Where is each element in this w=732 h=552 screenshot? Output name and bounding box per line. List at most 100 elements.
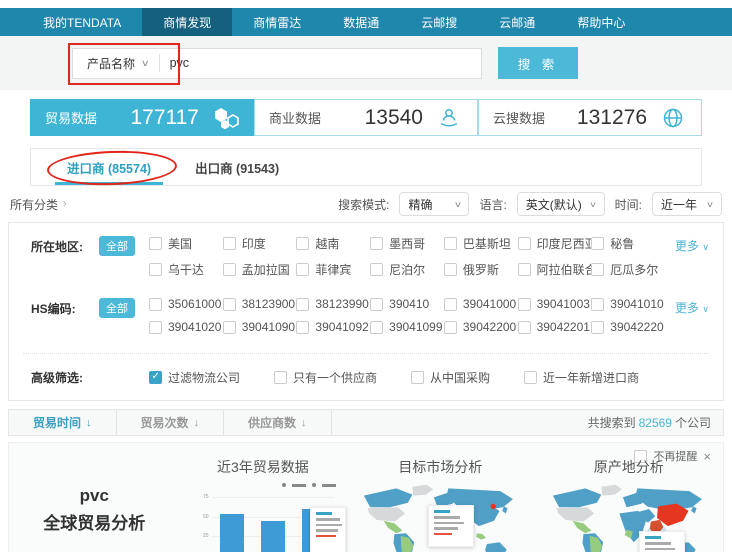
filter-option[interactable]: 39041000 [444, 297, 518, 311]
checkbox-icon[interactable] [296, 237, 309, 250]
filter-option[interactable]: 39041010 [591, 297, 665, 311]
tab-exporters[interactable]: 出口商 (91543) [173, 149, 301, 185]
advanced-filter-option[interactable]: 近一年新增进口商 [524, 368, 639, 386]
stat-segment[interactable]: 云搜数据131276 [478, 99, 702, 136]
filter-option[interactable]: 美国 [149, 235, 223, 252]
bar-2019[interactable] [220, 514, 244, 552]
filter-option[interactable]: 38123990 [296, 297, 370, 311]
filter-option[interactable]: 39042201 [518, 320, 592, 334]
checkbox-icon[interactable] [444, 321, 457, 334]
nav-item-link[interactable]: 帮助中心 [556, 8, 646, 36]
all-categories-link[interactable]: 所有分类 › [10, 196, 67, 213]
filter-option[interactable]: 39041099 [370, 320, 444, 334]
hscode-all-button[interactable]: 全部 [99, 298, 135, 318]
nav-item-link[interactable]: 商情雷达 [232, 8, 322, 36]
checkbox-icon[interactable] [223, 263, 236, 276]
filter-option[interactable]: 乌干达 [149, 261, 223, 278]
checkbox-icon[interactable] [591, 263, 604, 276]
filter-option[interactable]: 390410 [370, 297, 444, 311]
filter-option[interactable]: 秘鲁 [591, 235, 665, 252]
filter-option[interactable]: 39042220 [591, 320, 665, 334]
filter-option[interactable]: 厄瓜多尔 [591, 261, 665, 278]
filter-option[interactable]: 尼泊尔 [370, 261, 444, 278]
checkbox-icon[interactable] [223, 298, 236, 311]
filter-option[interactable]: 阿拉伯联合... [518, 261, 592, 278]
checkbox-icon[interactable] [444, 298, 457, 311]
filter-option[interactable]: 墨西哥 [370, 235, 444, 252]
search-input[interactable]: pvc [160, 56, 481, 70]
region-more-link[interactable]: 更多 ∨ [665, 235, 709, 287]
time-select[interactable]: 近一年 ∨ [652, 192, 722, 216]
sort-item[interactable]: 贸易次数↓ [117, 410, 225, 435]
filter-option[interactable]: 孟加拉国 [223, 261, 297, 278]
checkbox-icon[interactable] [411, 371, 424, 384]
search-bar: 产品名称 ∨ pvc [72, 48, 482, 79]
trade-bar-chart[interactable]: 7550250201920202021 [194, 485, 343, 552]
checkbox-icon[interactable] [296, 321, 309, 334]
checkbox-icon[interactable] [591, 321, 604, 334]
advanced-filter-option[interactable]: 从中国采购 [411, 368, 490, 386]
nav-item-link[interactable]: 云邮搜 [400, 8, 478, 36]
search-button[interactable]: 搜 索 [498, 47, 578, 79]
bar-2020[interactable] [261, 521, 285, 552]
filter-option[interactable]: 越南 [296, 235, 370, 252]
filter-option[interactable]: 38123900 [223, 297, 297, 311]
checkbox-icon[interactable] [296, 263, 309, 276]
filter-option[interactable]: 39041092 [296, 320, 370, 334]
filter-option[interactable]: 巴基斯坦 [444, 235, 518, 252]
origin-map[interactable] [535, 483, 723, 552]
tab-importers[interactable]: 进口商 (85574) [45, 149, 173, 185]
sort-item[interactable]: 供应商数↓ [224, 410, 332, 435]
checkbox-icon[interactable] [370, 237, 383, 250]
checkbox-icon[interactable] [149, 371, 162, 384]
filter-option[interactable]: 39041090 [223, 320, 297, 334]
chart-legend [282, 483, 336, 487]
stat-segment[interactable]: 商业数据13540 [254, 99, 478, 136]
filter-option[interactable]: 39041020 [149, 320, 223, 334]
checkbox-icon[interactable] [591, 237, 604, 250]
checkbox-icon[interactable] [518, 237, 531, 250]
checkbox-icon[interactable] [149, 237, 162, 250]
checkbox-icon[interactable] [518, 321, 531, 334]
checkbox-icon[interactable] [223, 237, 236, 250]
checkbox-icon[interactable] [296, 298, 309, 311]
sort-item[interactable]: 贸易时间↓ [9, 410, 117, 435]
checkbox-icon[interactable] [223, 321, 236, 334]
chart-tooltip [310, 507, 346, 552]
target-market-map[interactable] [346, 483, 534, 552]
nav-item-link[interactable]: 云邮通 [478, 8, 556, 36]
filter-option[interactable]: 印度尼西亚 [518, 235, 592, 252]
checkbox-icon[interactable] [444, 263, 457, 276]
checkbox-icon[interactable] [591, 298, 604, 311]
language-select[interactable]: 英文(默认) ∨ [517, 192, 605, 216]
advanced-filter-option[interactable]: 只有一个供应商 [274, 368, 377, 386]
search-field-select[interactable]: 产品名称 ∨ [73, 55, 159, 72]
hscode-more-link[interactable]: 更多 ∨ [665, 297, 709, 343]
checkbox-icon[interactable] [524, 371, 537, 384]
search-mode-select[interactable]: 精确 ∨ [399, 192, 469, 216]
filter-option[interactable]: 35061000 [149, 297, 223, 311]
filter-option-label: 39042200 [463, 320, 516, 334]
nav-item-link[interactable]: 我的TENDATA [22, 8, 142, 36]
advanced-filter-option[interactable]: 过滤物流公司 [149, 368, 240, 386]
checkbox-icon[interactable] [444, 237, 457, 250]
filter-option[interactable]: 39041003 [518, 297, 592, 311]
checkbox-icon[interactable] [370, 321, 383, 334]
nav-item-active[interactable]: 商情发现 [142, 8, 232, 36]
checkbox-icon[interactable] [149, 298, 162, 311]
nav-item-link[interactable]: 数据通 [322, 8, 400, 36]
filter-option[interactable]: 39042200 [444, 320, 518, 334]
checkbox-icon[interactable] [274, 371, 287, 384]
checkbox-icon[interactable] [370, 298, 383, 311]
checkbox-icon[interactable] [149, 321, 162, 334]
filter-option[interactable]: 菲律宾 [296, 261, 370, 278]
checkbox-icon[interactable] [518, 298, 531, 311]
filter-option[interactable]: 印度 [223, 235, 297, 252]
filter-option[interactable]: 俄罗斯 [444, 261, 518, 278]
checkbox-icon[interactable] [149, 263, 162, 276]
checkbox-icon[interactable] [518, 263, 531, 276]
stat-segment[interactable]: 贸易数据177117 [30, 99, 254, 136]
checkbox-icon[interactable] [370, 263, 383, 276]
region-all-button[interactable]: 全部 [99, 236, 135, 256]
stat-value: 131276 [577, 106, 647, 130]
